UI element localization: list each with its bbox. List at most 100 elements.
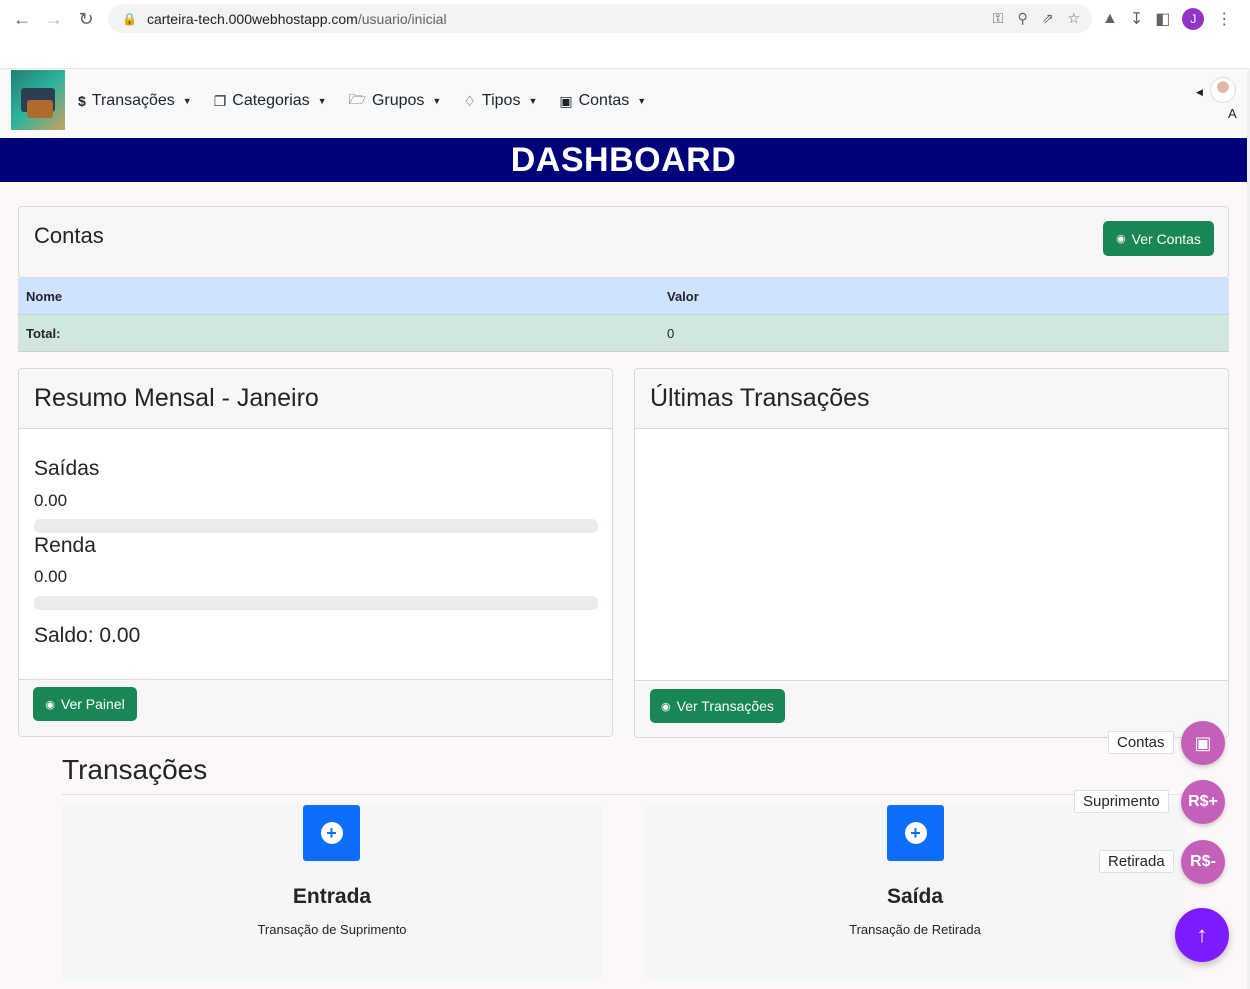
plus-circle-icon: + bbox=[320, 822, 343, 844]
address-bar[interactable]: 🔒 carteira-tech.000webhostapp.com/usuari… bbox=[108, 4, 1092, 33]
key-icon[interactable]: ⚿ bbox=[993, 10, 1004, 27]
ultimas-transacoes-card: Últimas Transações ◉ Ver Transações bbox=[634, 368, 1229, 738]
arrow-up-icon: ↑ bbox=[1196, 922, 1208, 947]
entrada-subtitle: Transação de Suprimento bbox=[257, 922, 407, 937]
menu-categorias[interactable]: ❐ Categorias ▼ bbox=[214, 89, 327, 113]
eye-icon: ◉ bbox=[661, 700, 671, 713]
share-icon[interactable]: ⇗ bbox=[1042, 10, 1054, 27]
app-navbar: $ Transações ▼ ❐ Categorias ▼ 🗁 Grupos ▼… bbox=[0, 68, 1250, 138]
table-total-row: Total: 0 bbox=[18, 315, 1229, 352]
lock-icon: 🔒 bbox=[122, 11, 137, 26]
back-arrow-icon[interactable]: ← bbox=[6, 3, 38, 35]
contas-table: Nome Valor Total: 0 bbox=[18, 278, 1229, 352]
table-header-row: Nome Valor bbox=[18, 278, 1229, 315]
resumo-mensal-card: Resumo Mensal - Janeiro Saídas 0.00 Rend… bbox=[18, 368, 613, 737]
caret-down-icon: ▼ bbox=[637, 96, 647, 106]
contas-title: Contas bbox=[34, 223, 104, 248]
resumo-header: Resumo Mensal - Janeiro bbox=[19, 369, 612, 429]
money-plus-icon: R$+ bbox=[1188, 793, 1218, 810]
caret-down-icon: ▼ bbox=[317, 96, 327, 106]
add-saida-button[interactable]: + bbox=[887, 805, 944, 861]
transacoes-section-title: Transações bbox=[62, 754, 208, 785]
copy-icon: ❐ bbox=[213, 92, 227, 109]
user-avatar[interactable] bbox=[1210, 77, 1236, 103]
menu-grupos[interactable]: 🗁 Grupos ▼ bbox=[349, 89, 442, 113]
menu-contas-label: Contas bbox=[578, 92, 630, 109]
caret-down-icon: ▼ bbox=[182, 96, 192, 106]
renda-progress bbox=[34, 596, 598, 610]
labs-flask-icon[interactable]: ▲ bbox=[1102, 10, 1118, 28]
menu-contas[interactable]: ▣ Contas ▼ bbox=[559, 89, 646, 113]
entrada-title: Entrada bbox=[292, 885, 372, 908]
zoom-icon[interactable]: ⚲ bbox=[1017, 10, 1027, 27]
menu-grupos-label: Grupos bbox=[371, 92, 425, 109]
dollar-icon: $ bbox=[78, 93, 86, 109]
renda-value: 0.00 bbox=[34, 567, 68, 586]
ultimas-footer: ◉ Ver Transações bbox=[635, 680, 1228, 737]
download-icon[interactable]: ↧ bbox=[1130, 9, 1143, 29]
ver-contas-label: Ver Contas bbox=[1131, 230, 1201, 247]
fab-retirada-label[interactable]: Retirada bbox=[1099, 850, 1174, 873]
fab-contas-button[interactable]: ▣ bbox=[1181, 721, 1225, 765]
wallet-icon: ▣ bbox=[559, 92, 573, 109]
money-minus-icon: R$- bbox=[1190, 853, 1216, 870]
menu-categorias-label: Categorias bbox=[232, 92, 310, 109]
side-panel-icon[interactable]: ◧ bbox=[1155, 9, 1170, 29]
menu-transacoes-label: Transações bbox=[91, 92, 175, 109]
forward-arrow-icon[interactable]: → bbox=[38, 3, 70, 35]
resumo-title: Resumo Mensal - Janeiro bbox=[34, 384, 319, 412]
renda-label: Renda bbox=[34, 534, 96, 557]
header-valor: Valor bbox=[667, 288, 699, 304]
saida-card[interactable]: + Saída Transação de Retirada bbox=[645, 805, 1185, 980]
ver-painel-button[interactable]: ◉ Ver Painel bbox=[33, 687, 137, 721]
section-divider bbox=[62, 794, 1182, 795]
saida-title: Saída bbox=[886, 885, 944, 908]
url-host: carteira-tech.000webhostapp.com bbox=[146, 10, 358, 27]
total-label: Total: bbox=[26, 325, 61, 341]
menu-tipos-label: Tipos bbox=[481, 92, 521, 109]
ultimas-title: Últimas Transações bbox=[650, 384, 870, 412]
folder-icon: 🗁 bbox=[348, 91, 366, 107]
header-nome: Nome bbox=[26, 288, 63, 304]
dashboard-banner: DASHBOARD bbox=[0, 138, 1247, 182]
saldo-text: Saldo: 0.00 bbox=[34, 624, 141, 647]
wallet-icon: ▣ bbox=[1194, 732, 1212, 753]
eye-icon: ◉ bbox=[45, 698, 55, 711]
saidas-value: 0.00 bbox=[34, 491, 68, 510]
menu-transacoes[interactable]: $ Transações ▼ bbox=[78, 89, 192, 113]
star-icon[interactable]: ☆ bbox=[1067, 10, 1080, 27]
entrada-card[interactable]: + Entrada Transação de Suprimento bbox=[62, 805, 602, 980]
fab-contas-label[interactable]: Contas bbox=[1108, 731, 1174, 754]
user-menu[interactable]: ◀ A bbox=[1196, 75, 1246, 125]
menu-tipos[interactable]: ♢ Tipos ▼ bbox=[463, 89, 537, 113]
eye-icon: ◉ bbox=[1116, 233, 1126, 245]
browser-toolbar: ← → ↻ 🔒 carteira-tech.000webhostapp.com /… bbox=[0, 0, 1250, 38]
ver-transacoes-button[interactable]: ◉ Ver Transações bbox=[650, 689, 785, 723]
app-logo[interactable] bbox=[11, 70, 65, 130]
profile-avatar[interactable]: J bbox=[1182, 8, 1205, 30]
saida-subtitle: Transação de Retirada bbox=[849, 922, 981, 937]
fab-retirada-button[interactable]: R$- bbox=[1181, 840, 1225, 884]
scroll-top-button[interactable]: ↑ bbox=[1175, 908, 1229, 962]
fab-suprimento-label[interactable]: Suprimento bbox=[1074, 790, 1169, 813]
fab-suprimento-button[interactable]: R$+ bbox=[1181, 780, 1225, 824]
saidas-label: Saídas bbox=[34, 457, 100, 480]
resumo-footer: ◉ Ver Painel bbox=[19, 679, 612, 736]
caret-down-icon: ▼ bbox=[528, 96, 538, 106]
plus-circle-icon: + bbox=[904, 822, 927, 844]
tag-icon: ♢ bbox=[463, 92, 476, 109]
ver-transacoes-label: Ver Transações bbox=[676, 698, 774, 714]
user-initial: A bbox=[1228, 106, 1237, 121]
browser-menu-icon[interactable]: ⋮ bbox=[1216, 9, 1232, 29]
main-menu: $ Transações ▼ ❐ Categorias ▼ 🗁 Grupos ▼… bbox=[78, 89, 646, 113]
saidas-progress bbox=[34, 519, 598, 533]
add-entrada-button[interactable]: + bbox=[303, 805, 360, 861]
caret-down-icon: ▼ bbox=[432, 96, 442, 106]
caret-left-icon: ◀ bbox=[1196, 87, 1203, 97]
reload-icon[interactable]: ↻ bbox=[70, 3, 102, 35]
ver-painel-label: Ver Painel bbox=[60, 696, 125, 712]
ver-contas-button[interactable]: ◉ Ver Contas bbox=[1103, 221, 1214, 256]
total-value: 0 bbox=[667, 325, 675, 341]
ultimas-header: Últimas Transações bbox=[635, 369, 1228, 429]
contas-card: Contas ◉ Ver Contas bbox=[18, 206, 1229, 278]
